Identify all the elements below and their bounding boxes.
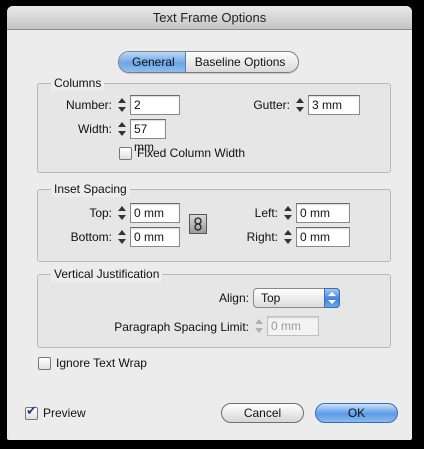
fixed-column-width-label: Fixed Column Width — [137, 146, 246, 160]
cancel-button[interactable]: Cancel — [221, 403, 304, 423]
bottom-label: Bottom: — [70, 230, 112, 244]
number-stepper[interactable]: 2 — [116, 95, 180, 115]
inset-spacing-group-title: Inset Spacing — [51, 182, 130, 197]
chain-link-glyph — [194, 217, 202, 231]
paragraph-spacing-limit-stepper[interactable]: 0 mm — [253, 316, 319, 336]
right-label: Right: — [246, 230, 278, 244]
stepper-arrows-icon[interactable] — [116, 120, 128, 138]
tab-baseline-options[interactable]: Baseline Options — [186, 52, 299, 72]
ignore-text-wrap-option[interactable]: Ignore Text Wrap — [38, 356, 147, 370]
fixed-column-width-option[interactable]: Fixed Column Width — [119, 146, 245, 160]
gutter-stepper[interactable]: 3 mm — [294, 95, 360, 115]
top-label: Top: — [89, 206, 112, 220]
number-input[interactable]: 2 — [130, 95, 180, 115]
paragraph-spacing-limit-label: Paragraph Spacing Limit: — [114, 320, 249, 334]
vertical-justification-group: Vertical Justification — [37, 267, 391, 348]
vertical-justification-group-title: Vertical Justification — [51, 267, 163, 282]
inset-spacing-group: Inset Spacing — [37, 182, 391, 262]
align-label: Align: — [218, 291, 249, 305]
stepper-arrows-icon[interactable] — [116, 96, 128, 114]
ignore-text-wrap-checkbox[interactable] — [38, 356, 51, 370]
align-select-value: Top — [261, 291, 281, 305]
preview-label: Preview — [43, 406, 86, 420]
text-frame-options-dialog: Text Frame Options General Baseline Opti… — [7, 6, 412, 440]
ignore-text-wrap-label: Ignore Text Wrap — [56, 356, 147, 370]
stepper-arrows-icon[interactable] — [294, 96, 306, 114]
left-stepper[interactable]: 0 mm — [282, 203, 350, 223]
preview-option[interactable]: Preview — [25, 404, 86, 420]
top-stepper[interactable]: 0 mm — [116, 203, 180, 223]
gutter-input[interactable]: 3 mm — [308, 95, 360, 115]
bottom-stepper[interactable]: 0 mm — [116, 227, 180, 247]
columns-group-title: Columns — [51, 76, 105, 91]
tab-general[interactable]: General — [119, 52, 186, 72]
left-input[interactable]: 0 mm — [296, 203, 350, 223]
popup-arrows-icon[interactable] — [324, 288, 340, 308]
preview-checkbox[interactable] — [25, 404, 38, 420]
right-stepper[interactable]: 0 mm — [282, 227, 350, 247]
tab-bar: General Baseline Options — [118, 51, 300, 73]
chain-link-icon[interactable] — [189, 214, 207, 234]
align-select[interactable]: Top — [253, 288, 340, 308]
left-label: Left: — [254, 206, 278, 220]
fixed-column-width-checkbox[interactable] — [119, 146, 132, 160]
ok-button[interactable]: OK — [315, 403, 398, 423]
dialog-title: Text Frame Options — [7, 6, 412, 30]
width-input[interactable]: 57 mm — [130, 119, 166, 154]
number-label: Number: — [65, 98, 112, 112]
paragraph-spacing-limit-input[interactable]: 0 mm — [267, 316, 319, 336]
stepper-arrows-icon[interactable] — [282, 228, 294, 246]
stepper-arrows-icon[interactable] — [282, 204, 294, 222]
stepper-arrows-icon[interactable] — [253, 317, 265, 335]
stepper-arrows-icon[interactable] — [116, 228, 128, 246]
width-stepper[interactable]: 57 mm — [116, 119, 166, 154]
bottom-input[interactable]: 0 mm — [130, 227, 180, 247]
width-label: Width: — [77, 122, 112, 136]
right-input[interactable]: 0 mm — [296, 227, 350, 247]
stepper-arrows-icon[interactable] — [116, 204, 128, 222]
gutter-label: Gutter: — [253, 98, 290, 112]
top-input[interactable]: 0 mm — [130, 203, 180, 223]
